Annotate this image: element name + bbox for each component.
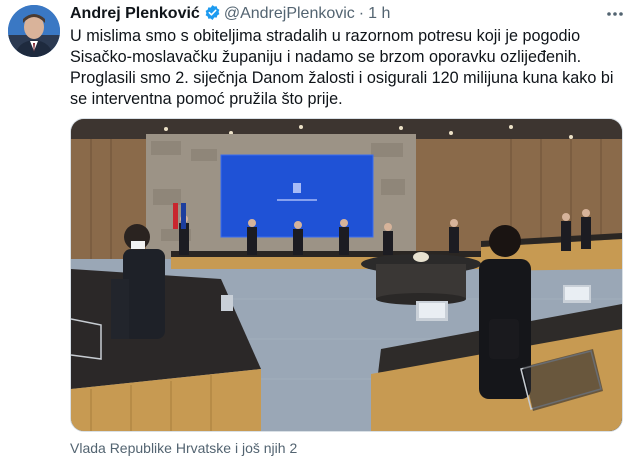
tweet-text-line: Sisačko-moslavačku županiju i nadamo se … <box>70 48 582 66</box>
tweet-text: U mislima smo s obiteljima stradalih u r… <box>70 26 630 110</box>
verified-badge-icon <box>204 4 221 21</box>
tweet-timestamp[interactable]: 1 h <box>368 5 390 22</box>
more-options-icon[interactable] <box>604 3 626 25</box>
tweet-media-photo[interactable] <box>70 118 623 432</box>
tweet-text-line: se interventna pomoć pružila što prije. <box>70 90 343 108</box>
separator-dot: · <box>358 5 365 22</box>
tweet-text-line: U mislima smo s obiteljima stradalih u r… <box>70 27 581 45</box>
author-avatar[interactable] <box>8 5 60 57</box>
tweet-header: Andrej Plenković @AndrejPlenkovic · 1 h <box>70 3 630 25</box>
author-name[interactable]: Andrej Plenković <box>70 5 200 22</box>
media-caption-tagged-users[interactable]: Vlada Republike Hrvatske i još njih 2 <box>70 439 297 457</box>
tweet-text-line: Proglasili smo 2. siječnja Danom žalosti… <box>70 69 614 87</box>
author-handle[interactable]: @AndrejPlenkovic <box>224 5 355 22</box>
